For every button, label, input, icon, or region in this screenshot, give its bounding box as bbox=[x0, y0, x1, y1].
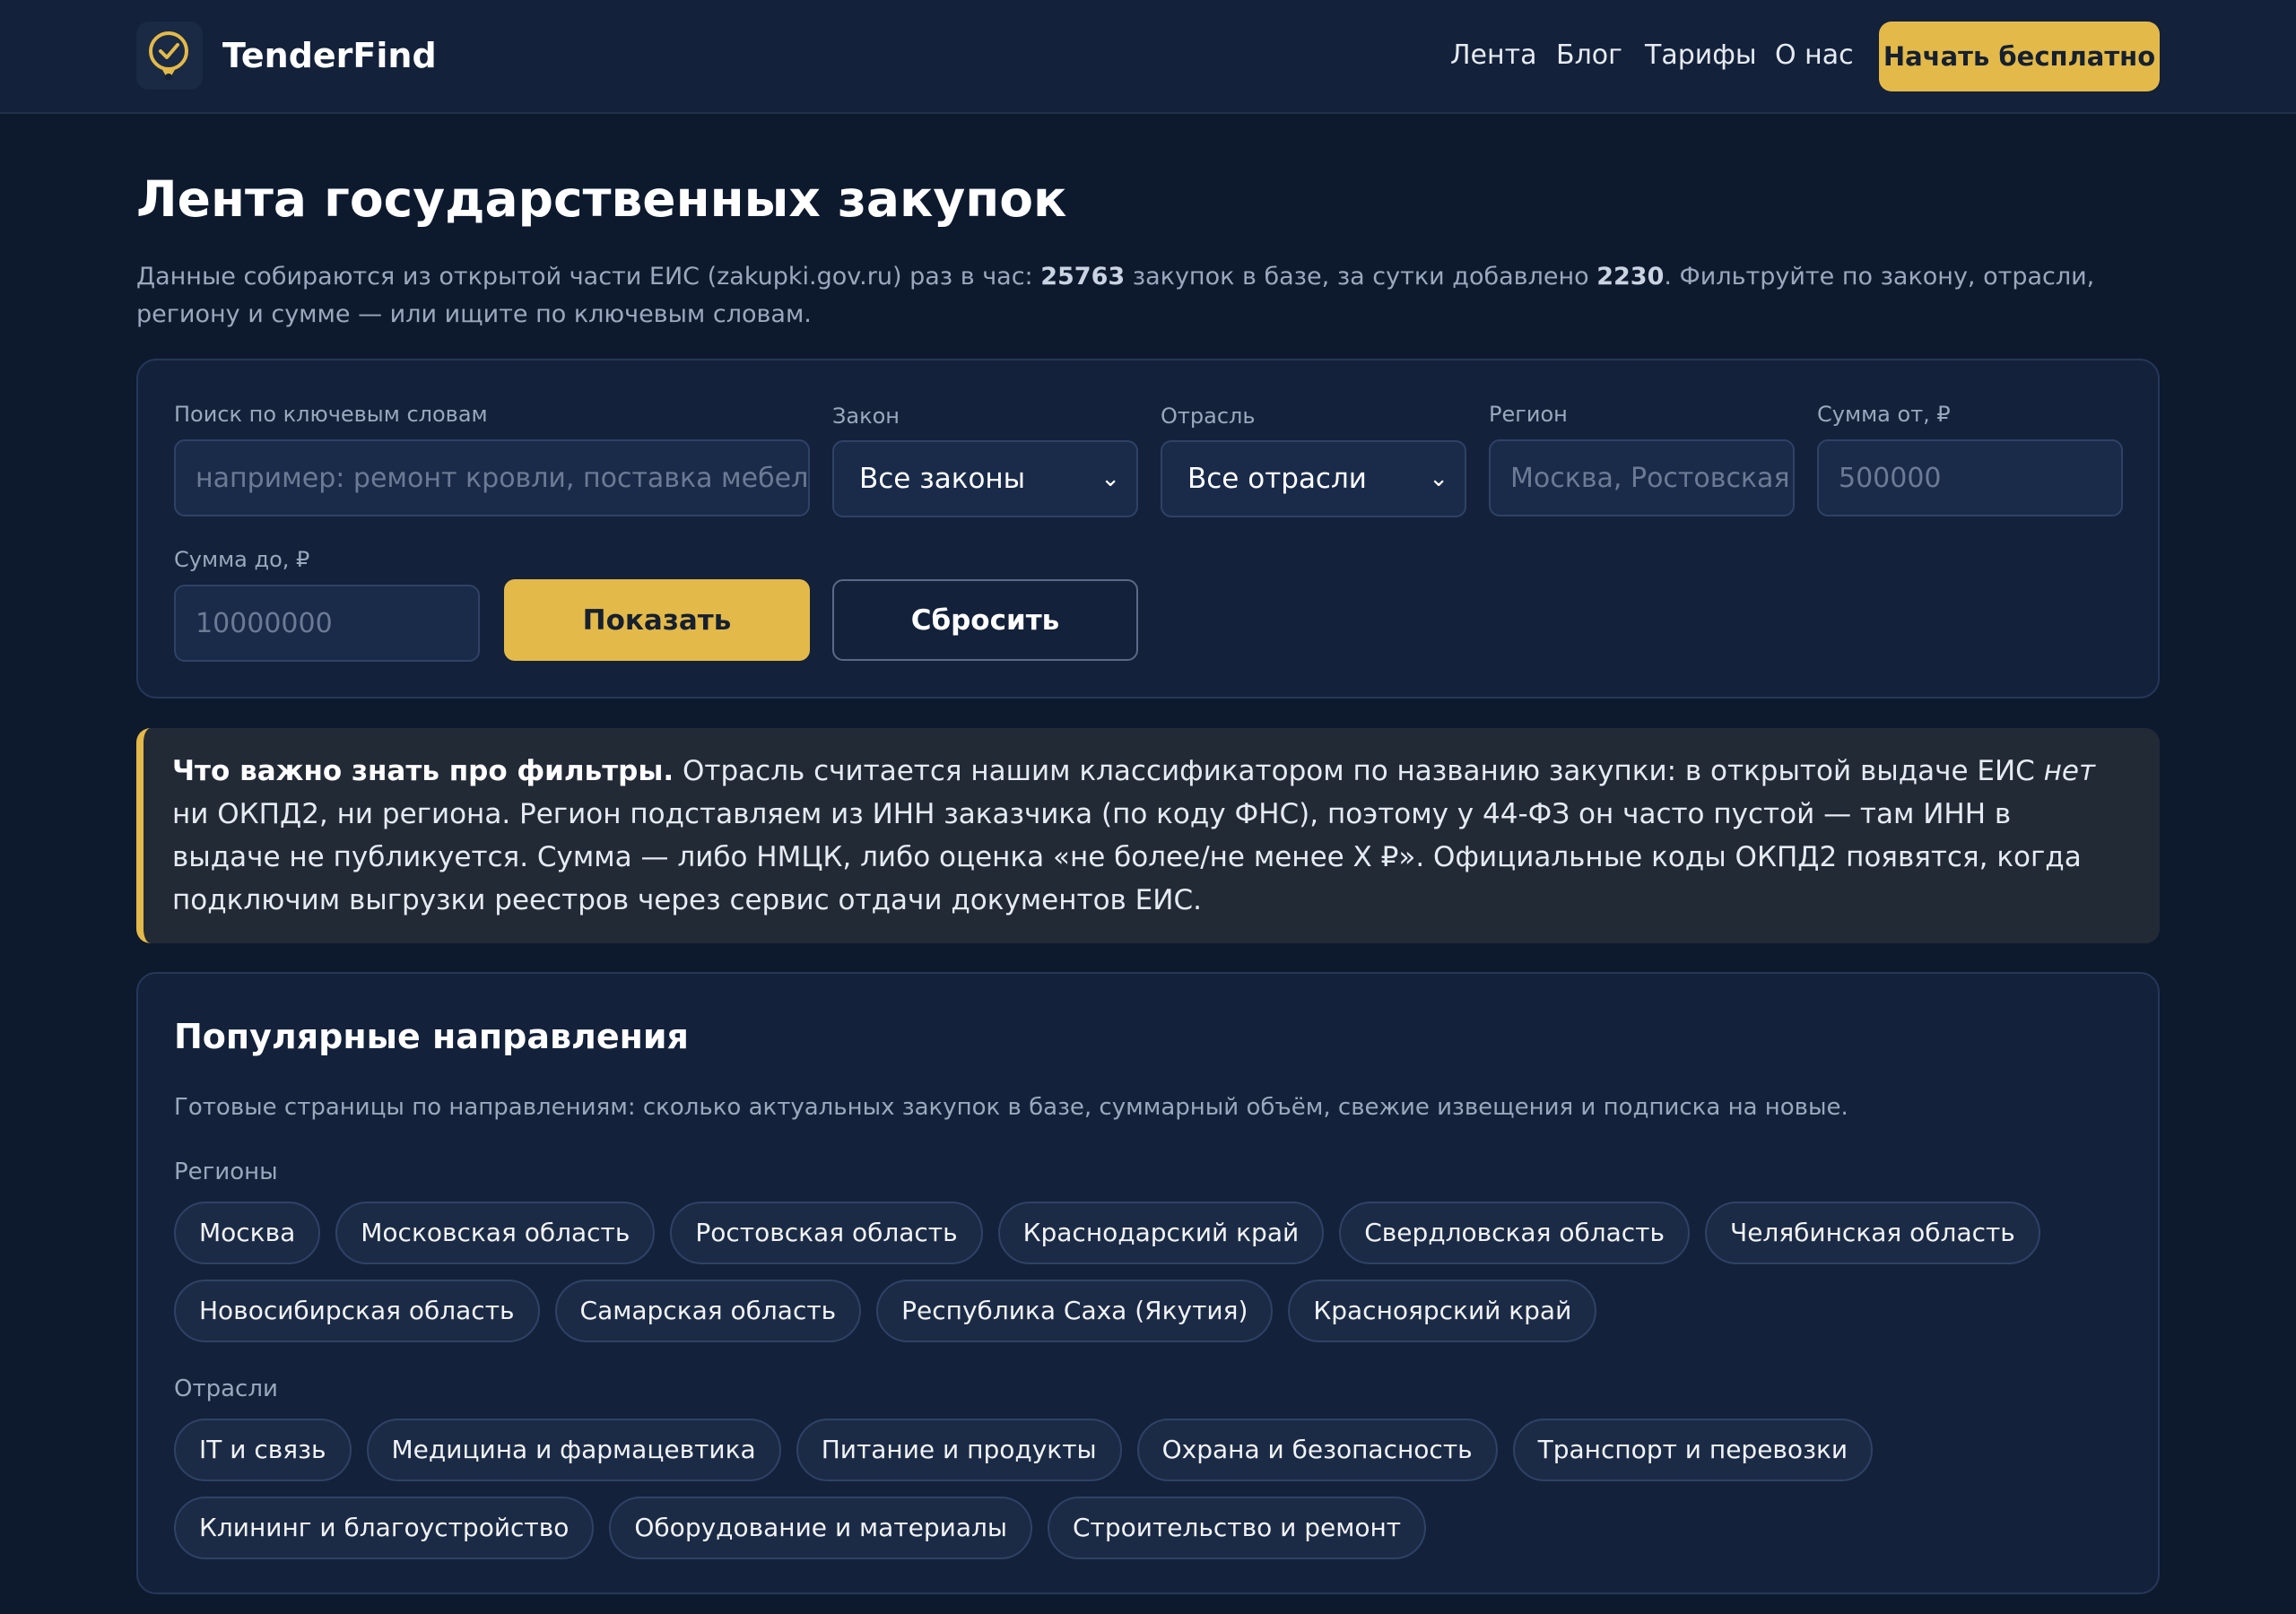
industry-chip[interactable]: Медицина и фармацевтика bbox=[366, 1419, 781, 1481]
daily-count: 2230 bbox=[1596, 263, 1665, 291]
industry-label: Отрасль bbox=[1161, 404, 1256, 429]
region-chip[interactable]: Республика Саха (Якутия) bbox=[876, 1280, 1274, 1342]
industry-select-value: Все отрасли bbox=[1187, 463, 1367, 495]
page-title: Лента государственных закупок bbox=[136, 170, 1067, 228]
industry-select[interactable]: Все отрасли ⌄ bbox=[1161, 440, 1466, 517]
chevron-down-icon: ⌄ bbox=[1429, 465, 1448, 492]
region-chip[interactable]: Новосибирская область bbox=[174, 1280, 540, 1342]
region-chip[interactable]: Московская область bbox=[335, 1202, 656, 1264]
industry-chip[interactable]: Транспорт и перевозки bbox=[1512, 1419, 1874, 1481]
lead-text-1: Данные собираются из открытой части ЕИС … bbox=[136, 263, 1041, 291]
filters-info-note: Что важно знать про фильтры. Отрасль счи… bbox=[136, 728, 2160, 943]
industry-chip[interactable]: Охрана и безопасность bbox=[1136, 1419, 1498, 1481]
nav-pricing-link[interactable]: Тарифы bbox=[1645, 39, 1757, 71]
search-input[interactable] bbox=[174, 439, 810, 516]
region-chip[interactable]: Челябинская область bbox=[1705, 1202, 2040, 1264]
start-free-button[interactable]: Начать бесплатно bbox=[1879, 22, 2160, 91]
nav-blog-link[interactable]: Блог bbox=[1556, 39, 1622, 71]
logo[interactable] bbox=[136, 22, 203, 90]
industry-chip[interactable]: IT и связь bbox=[174, 1419, 352, 1481]
show-button[interactable]: Показать bbox=[504, 579, 810, 661]
popular-subtitle: Готовые страницы по направлениям: скольк… bbox=[174, 1094, 1848, 1121]
search-label: Поиск по ключевым словам bbox=[174, 402, 488, 427]
region-chip[interactable]: Москва bbox=[174, 1202, 321, 1264]
law-select[interactable]: Все законы ⌄ bbox=[832, 440, 1138, 517]
chevron-down-icon: ⌄ bbox=[1100, 465, 1120, 492]
industries-chip-list: IT и связь Медицина и фармацевтика Питан… bbox=[174, 1419, 2129, 1559]
region-chip[interactable]: Краснодарский край bbox=[997, 1202, 1325, 1264]
industry-chip[interactable]: Клининг и благоустройство bbox=[174, 1497, 595, 1559]
filter-panel: Поиск по ключевым словам Закон Все закон… bbox=[136, 359, 2160, 699]
region-input[interactable] bbox=[1489, 439, 1795, 516]
clock-pin-logo-icon bbox=[149, 31, 188, 81]
industry-chip[interactable]: Оборудование и материалы bbox=[609, 1497, 1032, 1559]
region-chip[interactable]: Ростовская область bbox=[670, 1202, 983, 1264]
law-select-value: Все законы bbox=[859, 463, 1026, 495]
region-chip[interactable]: Красноярский край bbox=[1288, 1280, 1597, 1342]
region-chip[interactable]: Самарская область bbox=[554, 1280, 862, 1342]
sum-to-label: Сумма до, ₽ bbox=[174, 547, 310, 572]
note-title: Что важно знать про фильтры. bbox=[172, 755, 674, 787]
lead-text-2: закупок в базе, за сутки добавлено bbox=[1125, 263, 1597, 291]
industries-label: Отрасли bbox=[174, 1375, 278, 1402]
popular-directions-panel: Популярные направления Готовые страницы … bbox=[136, 972, 2160, 1594]
nav-about-link[interactable]: О нас bbox=[1775, 39, 1854, 71]
region-chip[interactable]: Свердловская область bbox=[1339, 1202, 1690, 1264]
page-lead: Данные собираются из открытой части ЕИС … bbox=[136, 258, 2163, 334]
note-text-2: ни ОКПД2, ни региона. Регион подставляем… bbox=[172, 798, 2082, 916]
reset-button[interactable]: Сбросить bbox=[832, 579, 1138, 661]
sum-from-label: Сумма от, ₽ bbox=[1817, 402, 1951, 427]
note-text-1: Отрасль считается нашим классификатором … bbox=[674, 755, 2044, 787]
sum-to-input[interactable] bbox=[174, 585, 480, 662]
total-count: 25763 bbox=[1040, 263, 1126, 291]
popular-title: Популярные направления bbox=[174, 1017, 689, 1056]
regions-label: Регионы bbox=[174, 1158, 278, 1185]
nav-feed-link[interactable]: Лента bbox=[1450, 39, 1537, 71]
region-label: Регион bbox=[1489, 402, 1568, 427]
brand-name[interactable]: TenderFind bbox=[222, 36, 437, 75]
law-label: Закон bbox=[832, 404, 900, 429]
note-emphasis: нет bbox=[2043, 755, 2096, 787]
sum-from-input[interactable] bbox=[1817, 439, 2123, 516]
industry-chip[interactable]: Питание и продукты bbox=[796, 1419, 1122, 1481]
industry-chip[interactable]: Строительство и ремонт bbox=[1048, 1497, 1427, 1559]
top-navbar: TenderFind Лента Блог Тарифы О нас Начат… bbox=[0, 0, 2296, 114]
regions-chip-list: Москва Московская область Ростовская обл… bbox=[174, 1202, 2129, 1342]
